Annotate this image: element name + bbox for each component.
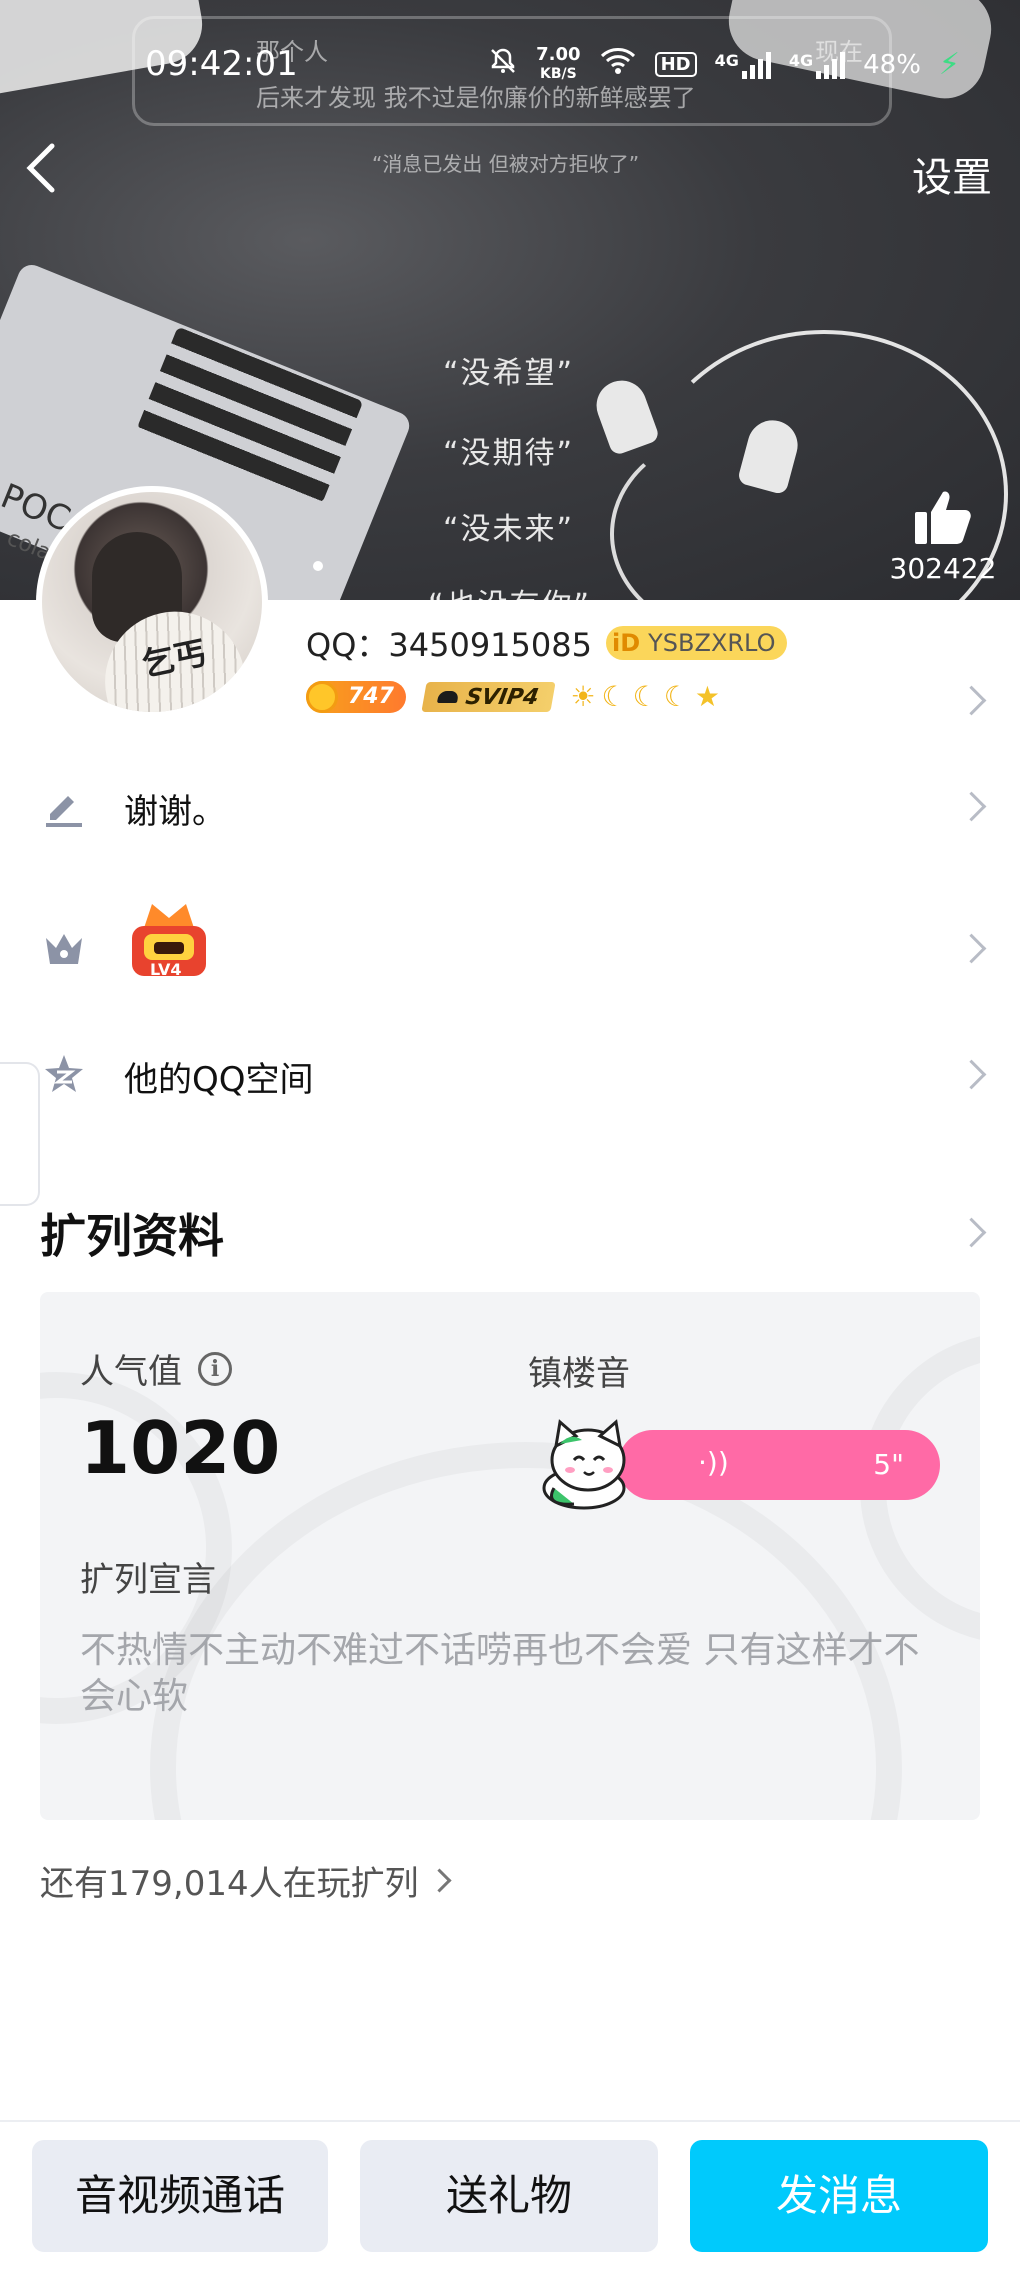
like-button[interactable]: 302422 <box>888 488 998 585</box>
net-speed-unit: KB/S <box>540 66 577 82</box>
net-speed: 7.00 KB/S <box>536 46 580 83</box>
bottom-action-bar: 音视频通话 送礼物 发消息 <box>0 2120 1020 2269</box>
signal-strength-2: 4G <box>788 50 846 79</box>
signature-row[interactable]: 谢谢。 <box>0 760 1020 850</box>
signature-text: 谢谢。 <box>124 792 226 832</box>
svip-hat-icon <box>436 690 459 703</box>
qzone-star-icon <box>42 1052 86 1096</box>
signal-bars-1-icon <box>741 51 771 79</box>
like-count: 302422 <box>889 552 997 585</box>
send-message-button[interactable]: 发消息 <box>690 2140 988 2252</box>
thumbs-up-icon <box>915 491 971 544</box>
popularity-value: 1020 <box>80 1406 281 1490</box>
cover-quote-3: “没未来” <box>443 512 575 547</box>
chevron-right-icon <box>956 791 987 822</box>
chevron-right-icon <box>956 1059 987 1090</box>
moon-icon: ☾ <box>632 680 658 713</box>
status-time: 09:42:01 <box>145 44 298 84</box>
qq-number[interactable]: QQ：3450915085 <box>306 620 592 666</box>
star-icon: ★ <box>694 680 720 713</box>
moon-icon: ☾ <box>601 680 627 713</box>
voice-play-button[interactable]: ·)) 5" <box>618 1430 940 1500</box>
settings-button[interactable]: 设置 <box>912 145 992 203</box>
pencil-icon <box>42 784 86 828</box>
charging-bolt-icon: ⚡ <box>938 47 960 82</box>
cat-mascot-icon <box>534 1416 636 1512</box>
signal-bars-2-icon <box>816 51 846 79</box>
popularity-label: 人气值 i <box>80 1344 232 1393</box>
coin-value: 747 <box>348 684 394 709</box>
chevron-right-icon <box>427 1868 452 1893</box>
back-button[interactable] <box>22 140 72 200</box>
chevron-right-icon[interactable] <box>956 685 987 716</box>
id-badge-value: YSBZXRLO <box>648 629 776 657</box>
hd-badge: HD <box>654 52 697 77</box>
coin-badge: 747 <box>306 680 406 713</box>
cover-text-notice: “消息已发出 但被对方拒收了” <box>372 152 640 176</box>
status-bar: 09:42:01 7.00 KB/S HD 4G 4G 48% ⚡ <box>0 0 1020 130</box>
qq-id-badge[interactable]: iD YSBZXRLO <box>605 626 788 660</box>
qzone-label: 他的QQ空间 <box>124 1060 314 1100</box>
profile-badges[interactable]: 747 SVIP4 ☀ ☾ ☾ ☾ ★ <box>306 680 720 713</box>
signal-2-label: 4G <box>788 50 814 70</box>
kuolie-section-title: 扩列资料 <box>40 1209 224 1263</box>
cover-quote-2: “没期待” <box>443 436 575 471</box>
net-speed-value: 7.00 <box>536 44 581 65</box>
avatar-photo: 乞丐 <box>42 492 262 712</box>
declaration-text: 不热情不主动不难过不话唠再也不会爱 只有这样才不会心软 <box>80 1630 920 1717</box>
kuolie-card: 人气值 i 1020 镇楼音 ·)) 5" 扩列宣言 不热情不主动不难过不话唠再… <box>40 1292 980 1820</box>
svip-label: SVIP4 <box>463 684 541 709</box>
sound-wave-icon: ·)) <box>698 1446 729 1479</box>
profile-qq-line: QQ：3450915085 iD YSBZXRLO <box>306 620 788 666</box>
status-icons: 7.00 KB/S HD 4G 4G 48% ⚡ <box>488 46 960 83</box>
moon-icon: ☾ <box>663 680 689 713</box>
lv4-medal-icon: LV4 <box>124 898 214 986</box>
sun-icon: ☀ <box>570 680 596 713</box>
signal-1-label: 4G <box>714 50 739 70</box>
qzone-row[interactable]: 他的QQ空间 <box>0 1028 1020 1118</box>
signal-strength-1: 4G <box>715 51 771 79</box>
battery-percent: 48% <box>863 49 921 80</box>
info-icon[interactable]: i <box>198 1351 232 1386</box>
popularity-label-text: 人气值 <box>80 1352 182 1392</box>
id-badge-prefix: iD <box>611 629 641 657</box>
medal-row[interactable]: LV4 <box>0 892 1020 1002</box>
chevron-left-icon <box>26 143 55 193</box>
chevron-right-icon <box>956 933 987 964</box>
qq-level-icons: ☀ ☾ ☾ ☾ ★ <box>570 680 720 713</box>
cover-quote-1: “没希望” <box>443 356 575 391</box>
wifi-icon <box>599 46 637 83</box>
declaration-label: 扩列宣言 <box>80 1560 216 1600</box>
avatar-fan-text: 乞丐 <box>138 633 210 684</box>
lv4-medal-label: LV4 <box>150 960 182 979</box>
more-players-link[interactable]: 还有179,014人在玩扩列 <box>40 1856 452 1905</box>
cover-page-indicator <box>313 561 323 571</box>
voice-duration: 5" <box>873 1448 904 1481</box>
coin-icon <box>306 680 338 713</box>
svip-badge: SVIP4 <box>421 681 556 712</box>
send-gift-button[interactable]: 送礼物 <box>360 2140 658 2252</box>
chevron-right-icon[interactable] <box>956 1217 987 1248</box>
mute-bell-icon <box>488 46 518 83</box>
cover-quote-4: “也没有你” <box>428 580 591 600</box>
avatar[interactable]: 乞丐 <box>36 486 268 718</box>
crown-icon <box>42 926 86 970</box>
voice-label: 镇楼音 <box>528 1354 630 1394</box>
av-call-button[interactable]: 音视频通话 <box>32 2140 328 2252</box>
more-players-text: 还有179,014人在玩扩列 <box>40 1864 419 1904</box>
